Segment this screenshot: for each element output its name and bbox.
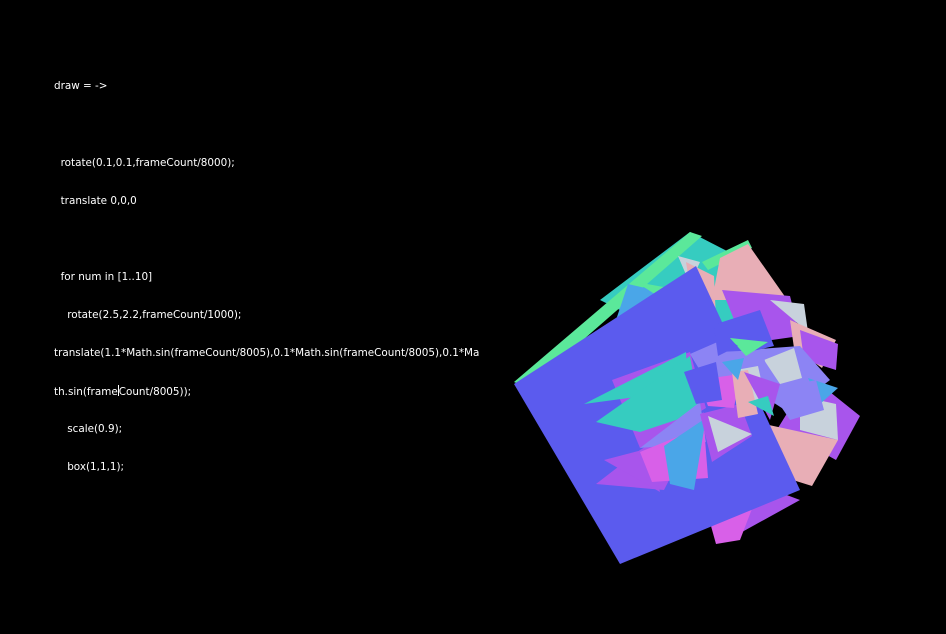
code-line[interactable]: for num in [1..10] [54,271,499,284]
code-line[interactable] [54,233,499,246]
code-editor[interactable]: draw = -> rotate(0.1,0.1,frameCount/8000… [54,55,499,499]
code-text-before-caret: th.sin(frame [54,386,118,399]
code-text-after-caret: Count/8005)); [118,386,192,399]
code-line[interactable]: scale(0.9); [54,423,499,436]
code-line[interactable]: rotate(0.1,0.1,frameCount/8000); [54,157,499,170]
code-line[interactable] [54,119,499,132]
code-line[interactable]: draw = -> [54,80,499,93]
livecoding-stage: draw = -> rotate(0.1,0.1,frameCount/8000… [0,0,946,634]
code-line[interactable]: translate(1.1*Math.sin(frameCount/8005),… [54,347,499,360]
code-line[interactable]: translate 0,0,0 [54,195,499,208]
code-line[interactable]: rotate(2.5,2.2,frameCount/1000); [54,309,499,322]
code-line-with-caret[interactable]: th.sin(frameCount/8005)); [54,385,499,398]
code-line[interactable]: box(1,1,1); [54,461,499,474]
